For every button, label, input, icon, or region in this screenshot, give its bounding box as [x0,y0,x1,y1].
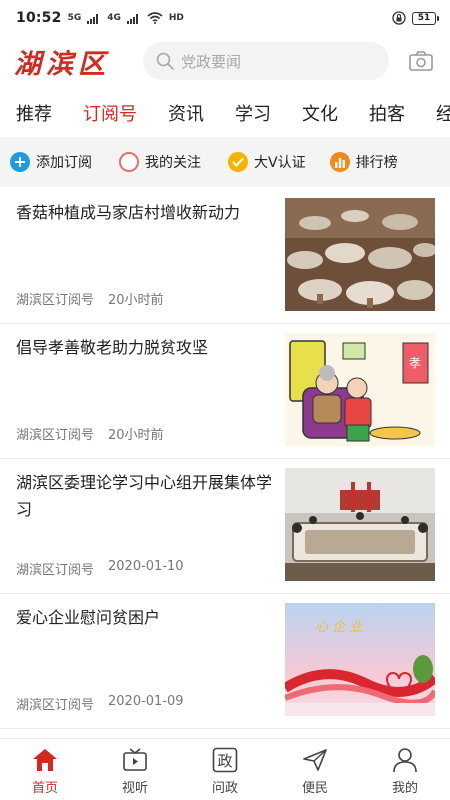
news-list: 香菇种植成马家店村增收新动力 湖滨区订阅号 20小时前 倡导孝善敬老助力脱贫攻坚… [0,189,450,735]
tab-subscription[interactable]: 订阅号 [67,100,137,126]
status-time: 10:52 [16,10,62,26]
charity-text: 心 企 业 [315,619,363,635]
news-meta: 湖滨区订阅号 2020-01-09 [16,694,184,713]
news-item[interactable]: 倡导孝善敬老助力脱贫攻坚 湖滨区订阅号 20小时前 孝 [0,324,450,459]
ranking-button[interactable]: 排行榜 [329,137,398,187]
wifi-icon [147,12,163,24]
signal-icon [126,13,138,24]
zheng-glyph: 政 [217,752,232,770]
news-source: 湖滨区订阅号 [16,428,95,443]
nav-label: 问政 [211,781,238,796]
news-item[interactable]: 湖滨区委理论学习中心组开展集体学习 湖滨区订阅号 2020-01-10 [0,459,450,594]
news-time: 20小时前 [108,293,164,308]
circle-icon [119,152,139,172]
user-icon [391,746,419,774]
news-thumbnail [285,198,435,311]
quick-entry-bar: 添加订阅 我的关注 大V认证 排行榜 [0,137,450,187]
nav-mine[interactable]: 我的 [360,739,450,800]
quick-label: 大V认证 [254,155,306,171]
news-item[interactable]: 爱心企业慰问贫困户 湖滨区订阅号 2020-01-09 心 企 业 [0,594,450,729]
nav-service[interactable]: 便民 [270,739,360,800]
tab-study[interactable]: 学习 [219,100,271,126]
news-item[interactable]: 香菇种植成马家店村增收新动力 湖滨区订阅号 20小时前 [0,189,450,324]
camera-icon [409,51,433,71]
signal-4g: 4G [107,13,121,23]
signal-icon [87,13,99,24]
app-logo: 湖滨区 [14,48,110,80]
verified-button[interactable]: 大V认证 [228,137,306,187]
news-title: 爱心企业慰问贫困户 [16,608,161,627]
news-thumbnail [285,468,435,581]
plus-icon [10,152,30,172]
tv-icon [121,746,149,774]
search-icon [156,52,174,70]
news-time: 2020-01-10 [108,559,184,574]
news-source: 湖滨区订阅号 [16,563,95,578]
nav-label: 便民 [301,781,328,796]
poster-text: 孝 [409,356,421,370]
channel-tabs: 推荐 订阅号 资讯 学习 文化 拍客 经济 [0,90,450,136]
hd-badge: HD [168,13,184,23]
nav-label: 首页 [31,781,58,796]
nav-label: 我的 [391,781,418,796]
news-time: 20小时前 [108,428,164,443]
camera-button[interactable] [406,46,436,76]
news-title: 香菇种植成马家店村增收新动力 [16,203,241,222]
tab-news[interactable]: 资讯 [152,100,204,126]
news-title: 湖滨区委理论学习中心组开展集体学习 [16,473,273,519]
battery-icon: 51 [412,11,439,25]
nav-home[interactable]: 首页 [0,739,90,800]
search-bar[interactable]: 党政要闻 [143,42,389,80]
tab-economy[interactable]: 经济 [420,100,450,126]
app-header: 湖滨区 党政要闻 [0,36,450,86]
tab-recommend[interactable]: 推荐 [0,100,52,126]
nav-politics[interactable]: 政 问政 [180,739,270,800]
news-time: 2020-01-09 [108,694,184,709]
zheng-icon: 政 [211,746,239,774]
charity-graphic: 心 企 业 [285,603,435,716]
status-bar: 10:52 5G 4G HD 51 [0,0,450,36]
news-meta: 湖滨区订阅号 2020-01-10 [16,559,184,578]
mushroom-photo [285,198,435,311]
search-placeholder: 党政要闻 [181,52,242,71]
send-icon [301,746,329,774]
meeting-photo [285,468,435,581]
my-follow-button[interactable]: 我的关注 [119,137,201,187]
news-title: 倡导孝善敬老助力脱贫攻坚 [16,338,209,357]
news-source: 湖滨区订阅号 [16,698,95,713]
add-subscription-button[interactable]: 添加订阅 [10,137,92,187]
quick-label: 排行榜 [355,155,398,171]
tab-photographer[interactable]: 拍客 [353,100,405,126]
lock-rotation-icon [392,11,406,25]
tab-culture[interactable]: 文化 [286,100,338,126]
filial-piety-illustration: 孝 [285,333,435,446]
news-meta: 湖滨区订阅号 20小时前 [16,424,164,443]
quick-label: 添加订阅 [36,155,92,171]
nav-video[interactable]: 视听 [90,739,180,800]
news-meta: 湖滨区订阅号 20小时前 [16,289,164,308]
news-source: 湖滨区订阅号 [16,293,95,308]
home-icon [31,746,59,774]
news-thumbnail: 心 企 业 [285,603,435,716]
bottom-nav: 首页 视听 政 问政 便民 我的 [0,738,450,800]
nav-label: 视听 [121,781,148,796]
signal-5g: 5G [67,13,82,23]
check-badge-icon [228,152,248,172]
quick-label: 我的关注 [145,155,201,171]
news-thumbnail: 孝 [285,333,435,446]
bar-chart-icon [329,152,350,172]
